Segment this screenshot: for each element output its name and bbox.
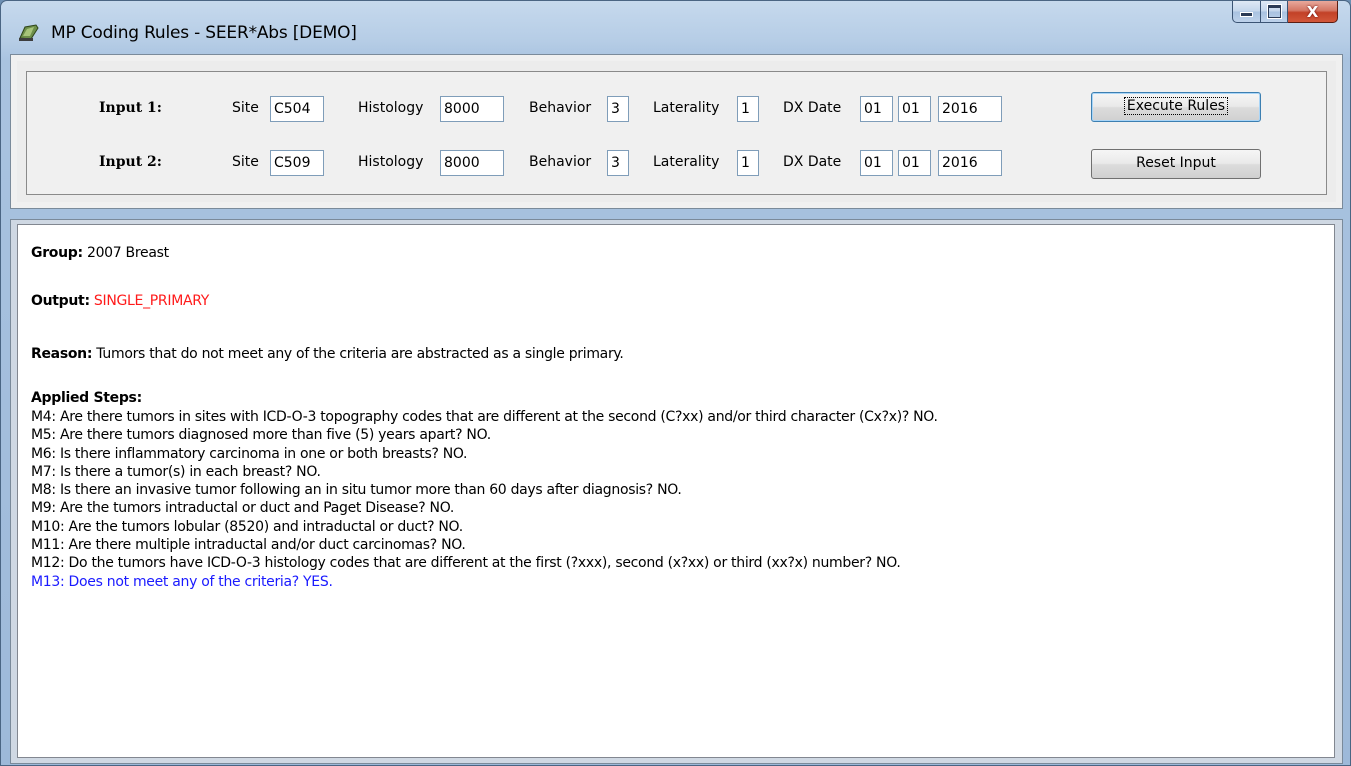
input-2-behavior-field[interactable]: 3 [607, 150, 629, 176]
output-label: Output: [31, 293, 90, 309]
minimize-button[interactable] [1232, 1, 1261, 23]
histology-label: Histology [358, 154, 424, 170]
app-icon [19, 24, 39, 41]
minimize-icon [1240, 12, 1253, 17]
input-1-laterality-field[interactable]: 1 [737, 96, 759, 122]
execute-rules-button[interactable]: Execute Rules [1091, 92, 1261, 122]
dxdate-label: DX Date [783, 100, 842, 116]
reason-label: Reason: [31, 346, 93, 362]
input-panel: Input 1: Site C504 Histology 8000 Behavi… [10, 54, 1343, 209]
reason-value: Tumors that do not meet any of the crite… [96, 346, 624, 362]
app-window: MP Coding Rules - SEER*Abs [DEMO] X Inpu… [0, 0, 1351, 766]
input-2-histology-field[interactable]: 8000 [440, 150, 504, 176]
input-2-dx-year-field[interactable]: 2016 [938, 150, 1002, 176]
maximize-button[interactable] [1261, 1, 1288, 23]
input-1-site-field[interactable]: C504 [270, 96, 324, 122]
input-2-dx-day-field[interactable]: 01 [898, 150, 931, 176]
window-controls: X [1232, 1, 1338, 25]
input-2-laterality-field[interactable]: 1 [737, 150, 759, 176]
behavior-label: Behavior [529, 154, 592, 170]
input-2-dx-month-field[interactable]: 01 [860, 150, 893, 176]
step-m9: M9: Are the tumors intraductal or duct a… [31, 500, 454, 517]
input-1-dx-year-field[interactable]: 2016 [938, 96, 1002, 122]
input-1-dx-month-field[interactable]: 01 [860, 96, 893, 122]
input-2-site-field[interactable]: C509 [270, 150, 324, 176]
reset-input-button[interactable]: Reset Input [1091, 149, 1261, 179]
execute-rules-label: Execute Rules [1123, 97, 1229, 115]
input-1-dx-day-field[interactable]: 01 [898, 96, 931, 122]
histology-label: Histology [358, 100, 424, 116]
site-label: Site [232, 100, 259, 116]
group-line: Group: 2007 Breast [31, 245, 169, 261]
results-text-area[interactable]: Group: 2007 Breast Output: SINGLE_PRIMAR… [17, 224, 1335, 758]
reset-input-label: Reset Input [1136, 155, 1216, 171]
step-m4: M4: Are there tumors in sites with ICD-O… [31, 409, 938, 425]
close-button[interactable]: X [1288, 1, 1338, 23]
step-m7: M7: Is there a tumor(s) in each breast? … [31, 463, 321, 480]
reason-line: Reason: Tumors that do not meet any of t… [31, 346, 624, 362]
dxdate-label: DX Date [783, 154, 842, 170]
input-1-label: Input 1: [99, 100, 162, 116]
input-1-behavior-field[interactable]: 3 [607, 96, 629, 122]
output-value: SINGLE_PRIMARY [93, 293, 210, 309]
input-2-label: Input 2: [99, 154, 162, 170]
laterality-label: Laterality [653, 100, 720, 116]
site-label: Site [232, 154, 259, 170]
applied-steps-list: M4: Are there tumors in sites with ICD-O… [31, 408, 938, 591]
applied-steps-heading: Applied Steps: [31, 390, 142, 406]
step-m13: M13: Does not meet any of the criteria? … [31, 573, 333, 590]
group-label: Group: [31, 245, 83, 261]
step-m12: M12: Do the tumors have ICD-O-3 histolog… [31, 555, 901, 572]
step-m6: M6: Is there inflammatory carcinoma in o… [31, 445, 468, 462]
input-frame: Input 1: Site C504 Histology 8000 Behavi… [26, 71, 1327, 195]
output-panel: Group: 2007 Breast Output: SINGLE_PRIMAR… [10, 219, 1343, 764]
title-bar[interactable]: MP Coding Rules - SEER*Abs [DEMO] X [1, 1, 1350, 51]
behavior-label: Behavior [529, 100, 592, 116]
window-title: MP Coding Rules - SEER*Abs [DEMO] [51, 23, 357, 43]
step-m10: M10: Are the tumors lobular (8520) and i… [31, 518, 463, 535]
close-icon: X [1306, 2, 1319, 21]
group-value: 2007 Breast [86, 245, 169, 261]
input-1-histology-field[interactable]: 8000 [440, 96, 504, 122]
maximize-icon [1267, 5, 1281, 18]
step-m5: M5: Are there tumors diagnosed more than… [31, 427, 491, 444]
laterality-label: Laterality [653, 154, 720, 170]
step-m11: M11: Are there multiple intraductal and/… [31, 537, 466, 554]
step-m8: M8: Is there an invasive tumor following… [31, 482, 682, 499]
output-line: Output: SINGLE_PRIMARY [31, 293, 209, 309]
